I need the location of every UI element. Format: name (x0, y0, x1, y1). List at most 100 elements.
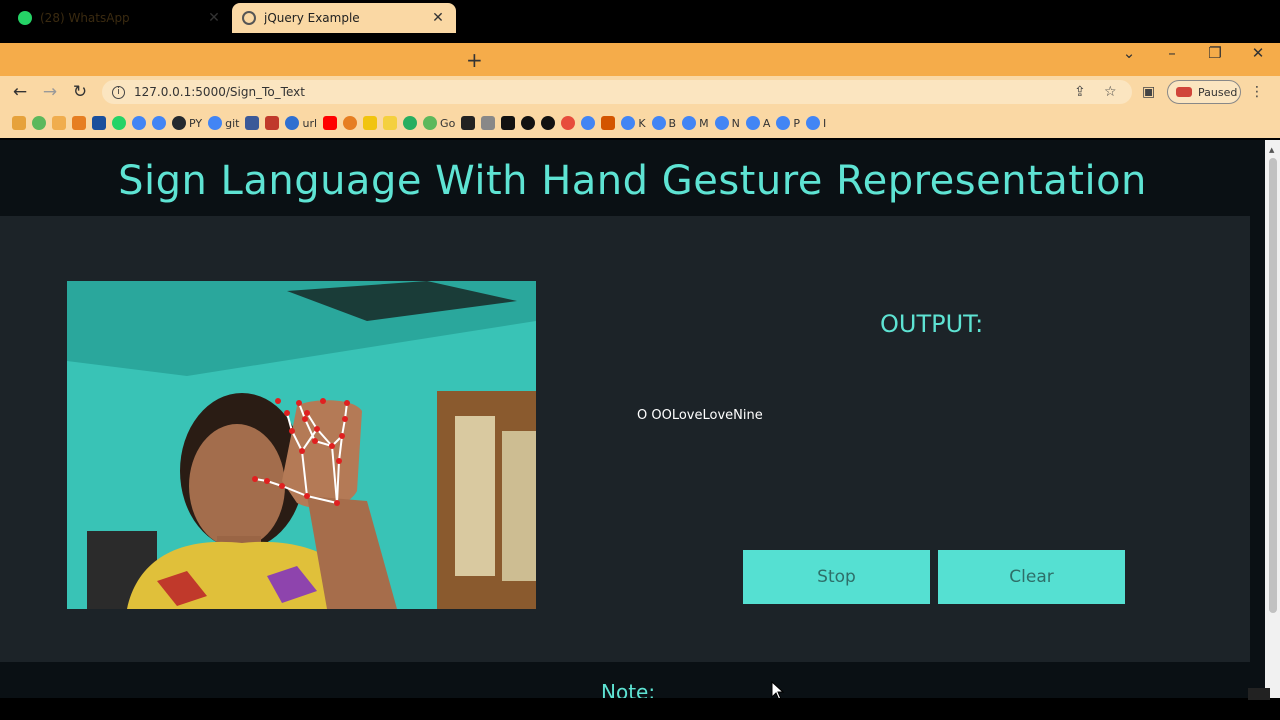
share-icon[interactable]: ⇪ (1074, 84, 1086, 100)
tab-title: (28) WhatsApp (40, 11, 130, 25)
back-arrow-icon[interactable]: ← (9, 82, 31, 102)
bookmark-item[interactable] (343, 116, 358, 130)
bookmark-label: Go (440, 116, 456, 130)
bookmark-icon (423, 116, 438, 130)
forward-arrow-icon[interactable]: → (39, 82, 61, 102)
bookmark-item[interactable] (403, 116, 418, 130)
output-label: OUTPUT: (880, 310, 984, 338)
address-bar[interactable]: i 127.0.0.1:5000/Sign_To_Text (102, 80, 1132, 104)
bookmark-icon (92, 116, 106, 130)
bookmark-item[interactable] (561, 116, 576, 130)
stop-button[interactable]: Stop (743, 550, 930, 604)
bookmark-icon (501, 116, 516, 130)
webcam-frame-image (67, 281, 536, 609)
profile-paused-button[interactable]: Paused (1167, 80, 1241, 104)
bookmark-star-icon[interactable]: ☆ (1104, 84, 1117, 100)
bookmark-item[interactable]: git (208, 116, 239, 130)
link-icon (285, 116, 300, 130)
bookmark-item[interactable]: N (714, 116, 740, 130)
bookmark-item[interactable]: M (682, 116, 709, 130)
bookmark-label: I (822, 116, 827, 130)
new-tab-button[interactable]: + (466, 48, 483, 72)
bookmark-item[interactable] (72, 116, 86, 130)
bookmark-label: N (731, 116, 740, 130)
main-panel: OUTPUT: O OOLoveLoveNine Stop Clear (0, 216, 1250, 662)
bookmark-item[interactable] (132, 116, 146, 130)
bookmarks-bar: PY git url Go K B M N A P I (0, 108, 1280, 138)
bookmark-item[interactable]: A (745, 116, 771, 130)
bookmark-item[interactable]: B (651, 116, 677, 130)
close-tab-icon[interactable]: ✕ (430, 10, 446, 26)
bookmark-icon (541, 116, 556, 130)
bookmark-item[interactable] (112, 116, 126, 130)
google-icon (805, 116, 820, 130)
reload-icon[interactable]: ↻ (69, 82, 91, 102)
profile-status-label: Paused (1198, 85, 1238, 99)
bookmark-item[interactable] (92, 116, 106, 130)
google-icon (152, 116, 166, 130)
bookmark-icon (343, 116, 358, 130)
video-settings-icon[interactable] (1248, 688, 1270, 700)
bookmark-item[interactable] (481, 116, 496, 130)
tab-whatsapp[interactable]: (28) WhatsApp ✕ (8, 3, 232, 33)
bookmark-item[interactable] (152, 116, 166, 130)
close-tab-icon[interactable]: ✕ (206, 10, 222, 26)
video-letterbox-bottom (0, 698, 1280, 720)
bookmark-item[interactable] (501, 116, 516, 130)
clear-button[interactable]: Clear (938, 550, 1125, 604)
bookmark-item[interactable] (601, 116, 616, 130)
address-url: 127.0.0.1:5000/Sign_To_Text (134, 85, 305, 99)
bookmark-item[interactable] (521, 116, 536, 130)
tab-search-chevron-icon[interactable]: ⌄ (1114, 44, 1144, 62)
bookmark-icon (461, 116, 476, 130)
bookmark-item[interactable]: K (621, 116, 646, 130)
bookmark-item[interactable] (12, 116, 26, 130)
bookmark-item[interactable] (52, 116, 66, 130)
bookmark-item[interactable] (383, 116, 398, 130)
side-panel-icon[interactable]: ▣ (1142, 84, 1155, 100)
bookmark-icon (265, 116, 280, 130)
globe-icon (242, 11, 256, 25)
bookmark-item[interactable]: I (805, 116, 827, 130)
scrollbar-thumb[interactable] (1269, 158, 1277, 613)
bookmark-icon (245, 116, 260, 130)
bookmark-icon (403, 116, 418, 130)
bookmark-item[interactable] (32, 116, 46, 130)
scroll-up-arrow-icon[interactable]: ▲ (1269, 146, 1274, 154)
bookmark-item[interactable]: Go (423, 116, 455, 130)
google-icon (621, 116, 636, 130)
bookmark-label: A (762, 116, 771, 130)
web-page: Sign Language With Hand Gesture Represen… (0, 140, 1265, 698)
bookmark-icon (601, 116, 616, 130)
bookmark-item[interactable]: P (776, 116, 800, 130)
google-icon (776, 116, 791, 130)
bookmark-label: M (699, 116, 709, 130)
page-scrollbar[interactable]: ▲ (1265, 140, 1280, 698)
google-icon (682, 116, 697, 130)
menu-kebab-icon[interactable]: ⋮ (1250, 84, 1264, 100)
bookmark-item[interactable] (461, 116, 476, 130)
bookmark-icon (52, 116, 66, 130)
bookmark-item[interactable] (581, 116, 596, 130)
minimize-icon[interactable]: – (1157, 44, 1187, 62)
window-close-icon[interactable]: ✕ (1243, 44, 1273, 62)
bookmark-item[interactable] (245, 116, 260, 130)
bookmark-item[interactable] (265, 116, 280, 130)
tab-title: jQuery Example (264, 11, 360, 25)
bookmark-label: B (668, 116, 677, 130)
browser-tabstrip (0, 43, 1280, 76)
bookmark-icon (72, 116, 86, 130)
bookmark-item[interactable] (323, 116, 338, 130)
bookmark-label: K (638, 116, 646, 130)
bookmark-item[interactable] (363, 116, 378, 130)
tab-jquery-example[interactable]: jQuery Example ✕ (232, 3, 456, 33)
bookmark-item[interactable]: PY (172, 116, 202, 130)
restore-icon[interactable]: ❐ (1200, 44, 1230, 62)
bookmark-label: url (302, 116, 318, 130)
bookmark-item[interactable] (541, 116, 556, 130)
site-info-icon[interactable]: i (112, 85, 125, 99)
bookmark-item[interactable]: url (285, 116, 317, 130)
bookmark-icon (383, 116, 398, 130)
page-title: Sign Language With Hand Gesture Represen… (118, 158, 1147, 204)
bookmark-icon (561, 116, 576, 130)
